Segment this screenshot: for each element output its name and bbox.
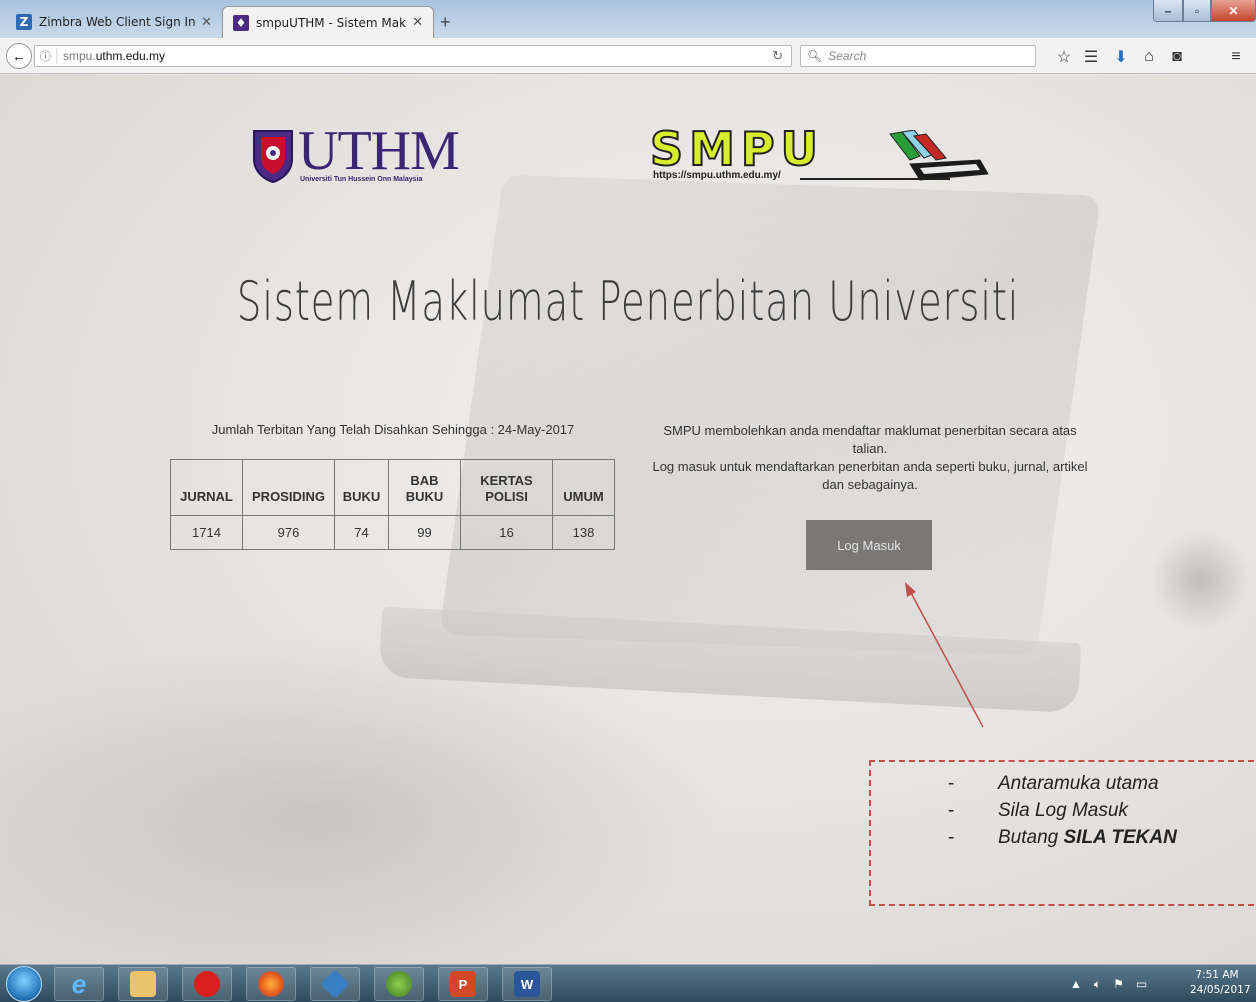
smpu-logo: SMPU https://smpu.uthm.edu.my/ — [649, 121, 1010, 190]
close-window-button[interactable]: ✕ — [1211, 0, 1256, 22]
annotation-list: - Antaramuka utama - Sila Log Masuk - Butan… — [948, 770, 1177, 851]
intro-line: Log masuk untuk mendaftarkan penerbitan … — [652, 459, 1088, 492]
maximize-button[interactable]: ▫ — [1183, 0, 1211, 22]
reload-icon[interactable]: ↻ — [772, 48, 783, 64]
table-cell: 16 — [460, 515, 553, 550]
download-icon[interactable]: ⬇ — [1110, 46, 1132, 68]
page-title: Sistem Maklumat Penerbitan Universiti — [236, 270, 1020, 333]
background-camera — [1150, 530, 1250, 630]
uthm-logo-subtitle: Universiti Tun Hussein Onn Malaysia — [300, 176, 423, 183]
minimize-button[interactable]: – — [1153, 0, 1183, 22]
table-cell: 99 — [388, 515, 461, 550]
column-header: PROSIDING — [242, 459, 335, 516]
taskbar: e P W ▲ 🔈︎ ⚑ ▭ 7:51 AM 24/05/2017 — [0, 964, 1256, 1002]
table-header-row: JURNAL PROSIDING BUKU BAB BUKU KERTAS PO… — [170, 459, 615, 516]
table-cell: 1714 — [170, 515, 243, 550]
smpu-logo-text: SMPU — [649, 121, 824, 177]
url-prefix: smpu. — [63, 49, 96, 63]
action-center-flag-icon[interactable]: ⚑ — [1113, 977, 1124, 991]
clock[interactable]: 7:51 AM 24/05/2017 — [1190, 968, 1251, 998]
tab-smpu[interactable]: ♦ smpuUTHM - Sistem Maklum ✕ — [222, 6, 434, 38]
browser-title-bar: Z Zimbra Web Client Sign In ✕ ♦ smpuUTHM… — [0, 0, 1256, 38]
zimbra-icon: Z — [16, 14, 32, 30]
address-bar[interactable]: ⓘ smpu. uthm.edu.my ↻ — [34, 45, 792, 67]
uthm-shield-icon: ♦ — [233, 14, 249, 31]
system-tray: ▲ 🔈︎ ⚑ ▭ — [1070, 969, 1147, 999]
table-row: 1714 976 74 99 16 138 — [170, 515, 615, 550]
list-item: - Butang SILA TEKAN — [948, 827, 1177, 848]
column-header: BUKU — [334, 459, 389, 516]
uthm-logo: UTHM Universiti Tun Hussein Onn Malaysia — [252, 121, 460, 189]
back-arrow-icon[interactable]: ← — [6, 43, 32, 69]
page-viewport: UTHM Universiti Tun Hussein Onn Malaysia… — [0, 75, 1256, 964]
stats-caption: Jumlah Terbitan Yang Telah Disahkan Sehi… — [211, 422, 575, 437]
close-icon[interactable]: ✕ — [201, 15, 212, 30]
search-input[interactable]: 🔍︎ Search — [800, 45, 1036, 67]
powerpoint-icon[interactable]: P — [438, 967, 488, 1001]
menu-icon[interactable]: ≡ — [1225, 46, 1247, 68]
home-icon[interactable]: ⌂ — [1138, 46, 1160, 68]
clock-time: 7:51 AM — [1195, 969, 1239, 981]
url-domain: uthm.edu.my — [95, 49, 166, 63]
show-hidden-icons-icon[interactable]: ▲ — [1070, 977, 1082, 991]
info-icon[interactable]: ⓘ — [35, 48, 57, 64]
bookmark-star-icon[interactable]: ☆ — [1053, 46, 1075, 68]
tab-label: Zimbra Web Client Sign In — [39, 15, 196, 29]
navigation-bar: ← ⓘ smpu. uthm.edu.my ↻ 🔍︎ Search ☆ ☰ ⬇ ⌂… — [0, 38, 1256, 74]
column-header: JURNAL — [170, 459, 243, 516]
close-icon[interactable]: ✕ — [412, 15, 423, 30]
start-button[interactable] — [6, 966, 42, 1002]
books-icon — [889, 130, 989, 181]
internet-explorer-icon[interactable]: e — [54, 967, 104, 1001]
game-icon[interactable] — [374, 967, 424, 1001]
word-icon[interactable]: W — [502, 967, 552, 1001]
search-placeholder: Search — [828, 49, 867, 63]
column-header: BAB BUKU — [388, 459, 461, 516]
reading-list-icon[interactable]: ☰ — [1080, 46, 1102, 68]
volume-icon[interactable]: 🔈︎ — [1094, 977, 1101, 992]
intro-text: SMPU membolehkan anda mendaftar maklumat… — [640, 422, 1100, 494]
background-laptop — [439, 174, 1101, 656]
pocket-icon[interactable]: ◙ — [1166, 46, 1188, 68]
list-item: - Antaramuka utama — [948, 773, 1159, 794]
file-explorer-icon[interactable] — [118, 967, 168, 1001]
table-cell: 138 — [552, 515, 615, 550]
network-icon[interactable]: ▭ — [1136, 977, 1147, 991]
opera-icon[interactable] — [182, 967, 232, 1001]
uthm-shield-icon — [253, 130, 293, 183]
list-item: - Sila Log Masuk — [948, 800, 1128, 821]
table-cell: 74 — [334, 515, 389, 550]
firefox-icon[interactable] — [246, 967, 296, 1001]
clock-date: 24/05/2017 — [1190, 984, 1251, 996]
intro-line: SMPU membolehkan anda mendaftar maklumat… — [663, 423, 1077, 456]
smpu-logo-url: https://smpu.uthm.edu.my/ — [653, 170, 781, 181]
new-tab-button[interactable]: + — [440, 12, 451, 33]
login-button[interactable]: Log Masuk — [806, 520, 932, 570]
uthm-logo-text: UTHM — [298, 120, 460, 182]
stats-table: JURNAL PROSIDING BUKU BAB BUKU KERTAS PO… — [170, 459, 615, 550]
column-header: UMUM — [552, 459, 615, 516]
column-header: KERTAS POLISI — [460, 459, 553, 516]
table-cell: 976 — [242, 515, 335, 550]
tab-zimbra[interactable]: Z Zimbra Web Client Sign In ✕ — [6, 6, 222, 38]
virtualbox-icon[interactable] — [310, 967, 360, 1001]
tab-label: smpuUTHM - Sistem Maklum — [256, 15, 407, 30]
search-icon: 🔍︎ — [807, 49, 823, 63]
